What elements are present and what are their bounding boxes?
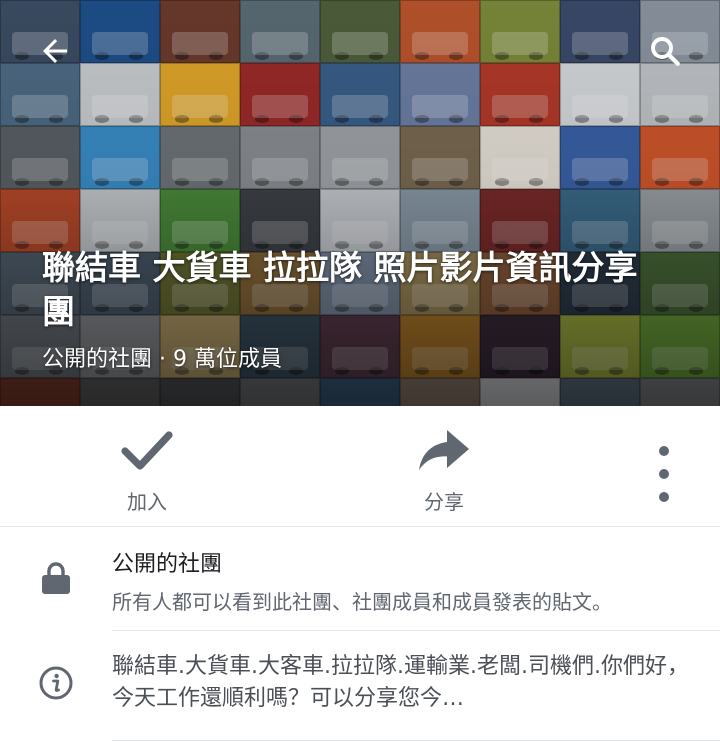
group-meta[interactable]: 公開的社團 · 9 萬位成員 xyxy=(42,344,282,376)
about-row[interactable]: 聯結車.大貨車.大客車.拉拉隊.運輸業.老闆.司機們.你們好，今天工作還順利嗎？… xyxy=(0,631,720,741)
back-button[interactable] xyxy=(30,26,80,76)
lock-icon xyxy=(42,562,70,594)
privacy-description: 所有人都可以看到此社團、社團成員和成員發表的貼文。 xyxy=(112,590,612,614)
group-title: 聯結車 大貨車 拉拉隊 照片影片資訊分享團 xyxy=(42,248,638,331)
privacy-title: 公開的社團 xyxy=(112,552,223,577)
privacy-row[interactable]: 公開的社團 所有人都可以看到此社團、社團成員和成員發表的貼文。 xyxy=(0,527,720,631)
action-bar: 加入 分享 xyxy=(0,406,720,527)
info-icon xyxy=(39,666,73,700)
group-description: 聯結車.大貨車.大客車.拉拉隊.運輸業.老闆.司機們.你們好，今天工作還順利嗎？… xyxy=(112,654,689,711)
more-vertical-icon xyxy=(659,446,669,502)
share-button[interactable]: 分享 xyxy=(389,428,499,515)
join-button[interactable]: 加入 xyxy=(92,428,202,515)
checkmark-icon xyxy=(121,431,173,470)
join-label: 加入 xyxy=(127,490,167,514)
search-button[interactable] xyxy=(640,26,690,76)
back-arrow-icon xyxy=(43,39,67,63)
share-label: 分享 xyxy=(424,490,464,514)
search-icon xyxy=(651,37,680,66)
share-arrow-icon xyxy=(419,430,469,470)
more-options-button[interactable] xyxy=(644,446,684,502)
group-cover: 聯結車 大貨車 拉拉隊 照片影片資訊分享團 公開的社團 · 9 萬位成員 xyxy=(0,0,720,406)
